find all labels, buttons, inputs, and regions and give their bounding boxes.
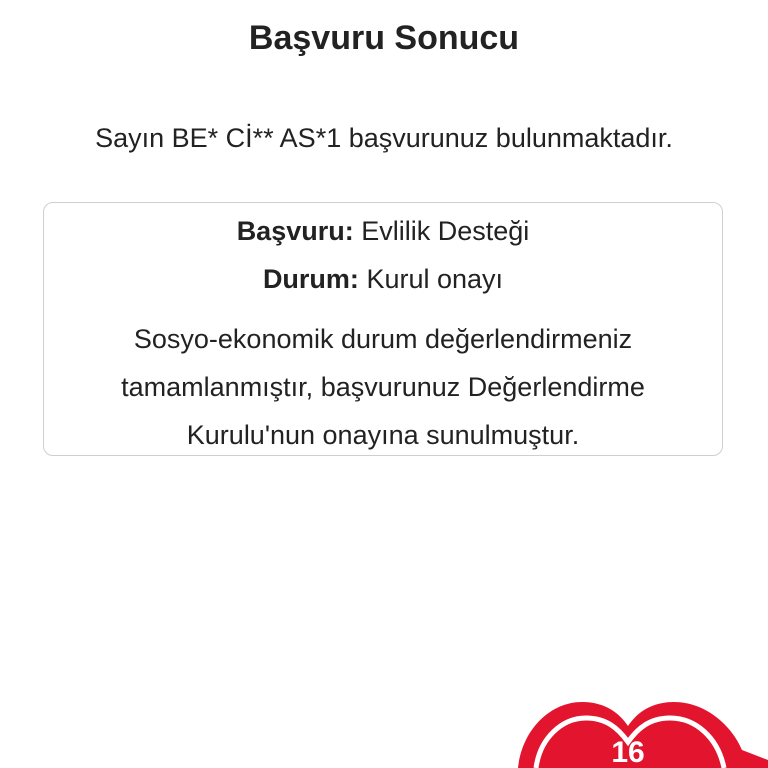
heart-badge[interactable]: 16 (510, 690, 768, 768)
status-value: Kurul onayı (366, 264, 504, 294)
page-title: Başvuru Sonucu (248, 19, 520, 57)
application-label: Başvuru: (236, 216, 354, 246)
badge-number: 16 (611, 736, 644, 768)
status-row: Durum: Kurul onayı (44, 255, 722, 303)
heart-icon: 16 (518, 702, 768, 768)
status-description: Sosyo-ekonomik durum değerlendirmeniz ta… (121, 324, 645, 450)
greeting-text: Sayın BE* Cİ** AS*1 başvurunuz bulunmakt… (95, 123, 673, 153)
result-card: Başvuru: Evlilik Desteği Durum: Kurul on… (43, 202, 723, 456)
application-value: Evlilik Desteği (361, 216, 530, 246)
application-row: Başvuru: Evlilik Desteği (44, 207, 722, 255)
status-label: Durum: (262, 264, 359, 294)
